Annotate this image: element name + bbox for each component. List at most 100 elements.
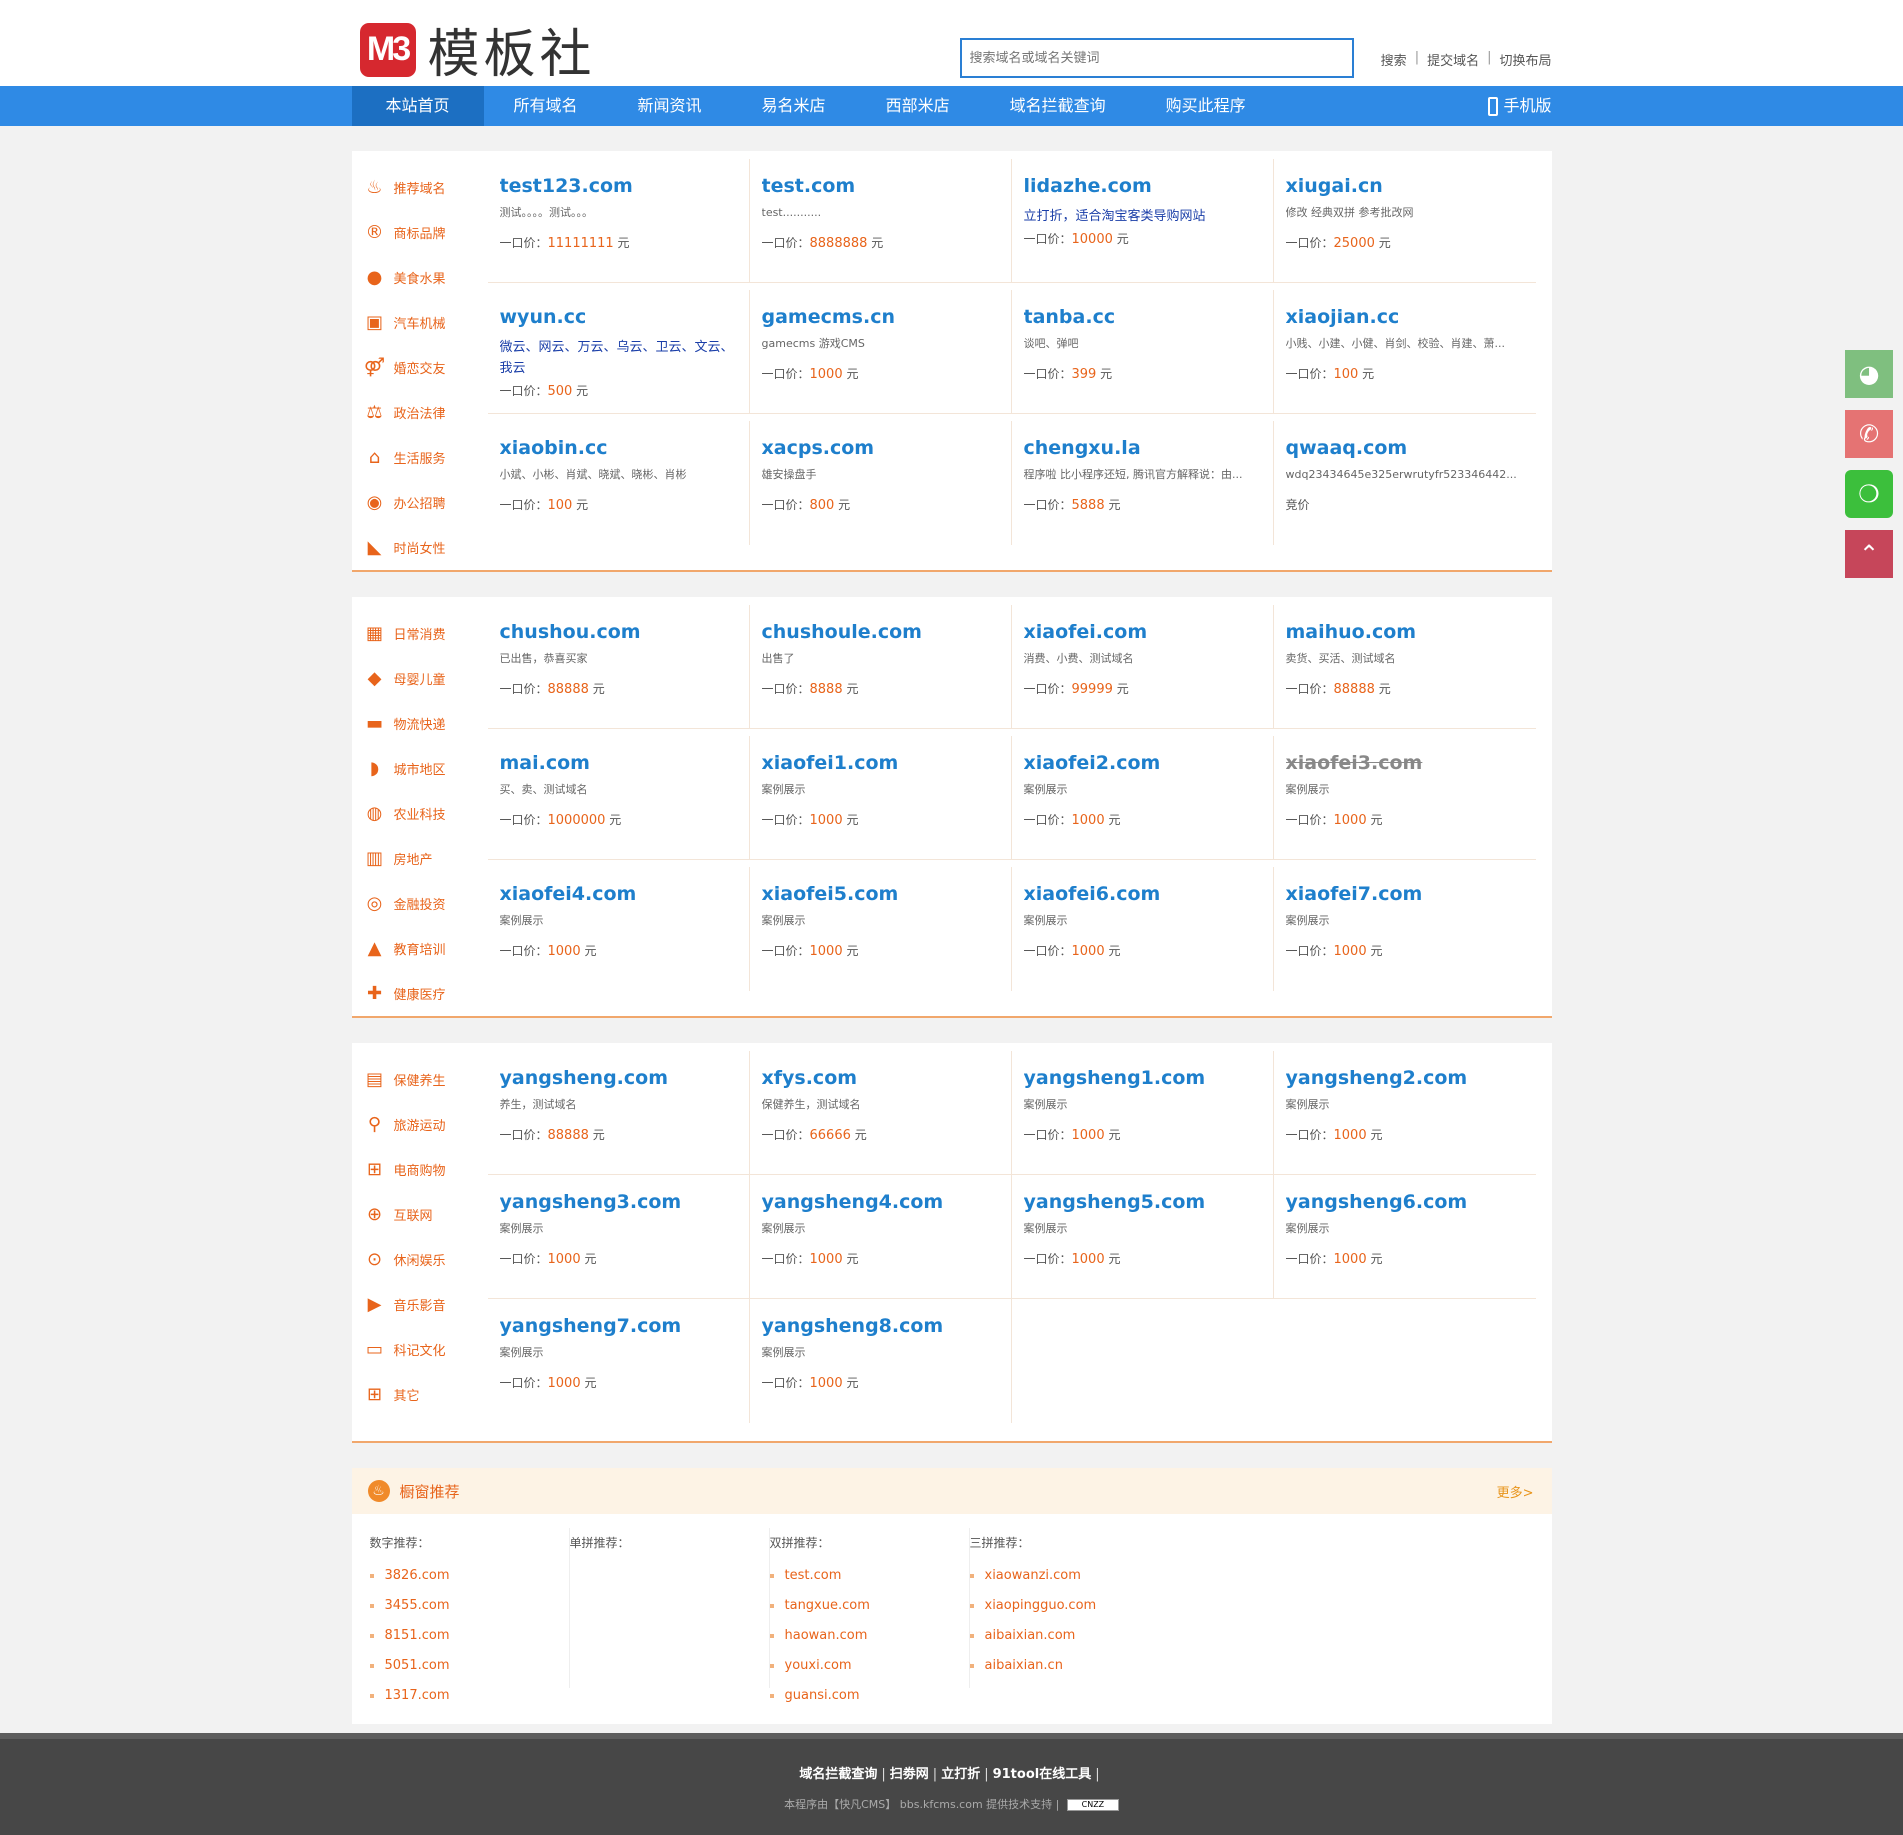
cnzz-badge[interactable]: CNZZ — [1066, 1799, 1119, 1811]
category-label: 婚恋交友 — [393, 362, 446, 377]
domain-name-link[interactable]: chushoule.com — [762, 621, 999, 643]
domain-name-link[interactable]: xiaofei1.com — [762, 752, 999, 774]
recommend-domain-link[interactable]: 3455.com — [369, 1591, 569, 1621]
domain-name-link[interactable]: chengxu.la — [1024, 437, 1261, 459]
search-input[interactable] — [959, 38, 1354, 78]
category-label: 电商购物 — [393, 1164, 446, 1179]
domain-name-link[interactable]: gamecms.cn — [762, 306, 999, 328]
domain-name-link[interactable]: test123.com — [500, 175, 737, 197]
domain-name-link[interactable]: xiaofei.com — [1024, 621, 1261, 643]
nav-item[interactable]: 购买此程序 — [1136, 86, 1276, 126]
domain-name-link[interactable]: xiaofei6.com — [1024, 883, 1261, 905]
category-item[interactable]: ⊕ 互联网 — [364, 1192, 488, 1237]
category-item[interactable]: ⊞ 电商购物 — [364, 1147, 488, 1192]
recommend-domain-link[interactable]: 5051.com — [369, 1651, 569, 1681]
recommend-domain-link[interactable]: haowan.com — [769, 1621, 969, 1651]
domain-name-link[interactable]: yangsheng3.com — [500, 1191, 737, 1213]
submit-domain-link[interactable]: 提交域名 — [1427, 50, 1479, 69]
category-item[interactable]: ◗ 城市地区 — [364, 746, 488, 791]
recommend-domain-link[interactable]: tangxue.com — [769, 1591, 969, 1621]
category-item[interactable]: ▦ 日常消费 — [364, 611, 488, 656]
domain-name-link[interactable]: xfys.com — [762, 1067, 999, 1089]
domain-name-link[interactable]: xacps.com — [762, 437, 999, 459]
domain-name-link[interactable]: xiugai.cn — [1286, 175, 1524, 197]
domain-name-link[interactable]: yangsheng1.com — [1024, 1067, 1261, 1089]
domain-name-link[interactable]: yangsheng.com — [500, 1067, 737, 1089]
recommend-domain-link[interactable]: test.com — [769, 1561, 969, 1591]
category-item[interactable]: ▬ 物流快递 — [364, 701, 488, 746]
category-item[interactable]: ⊙ 休闲娱乐 — [364, 1237, 488, 1282]
switch-layout-link[interactable]: 切换布局 — [1499, 50, 1551, 69]
domain-name-link[interactable]: xiaofei7.com — [1286, 883, 1524, 905]
category-item[interactable]: ▣ 汽车机械 — [364, 300, 488, 345]
nav-item[interactable]: 所有域名 — [484, 86, 608, 126]
wechat-icon[interactable]: ❍ — [1845, 470, 1893, 518]
nav-item[interactable]: 新闻资讯 — [608, 86, 732, 126]
domain-name-link[interactable]: wyun.cc — [500, 306, 737, 328]
price-unit: 元 — [846, 367, 859, 381]
domain-name-link[interactable]: maihuo.com — [1286, 621, 1524, 643]
recommend-domain-link[interactable]: xiaowanzi.com — [969, 1561, 1170, 1591]
back-to-top-icon[interactable]: ⌃ — [1845, 530, 1893, 578]
recommend-domain-link[interactable]: 1317.com — [369, 1681, 569, 1711]
category-item[interactable]: ▤ 保健养生 — [364, 1057, 488, 1102]
nav-item[interactable]: 本站首页 — [351, 86, 484, 126]
category-item[interactable]: ⌂ 生活服务 — [364, 435, 488, 480]
category-item[interactable]: ◣ 时尚女性 — [364, 525, 488, 570]
category-item[interactable]: ▭ 科记文化 — [364, 1327, 488, 1372]
recommend-domain-link[interactable]: guansi.com — [769, 1681, 969, 1711]
nav-item[interactable]: 域名拦截查询 — [980, 86, 1136, 126]
nav-item[interactable]: 易名米店 — [732, 86, 856, 126]
domain-name-link[interactable]: yangsheng4.com — [762, 1191, 999, 1213]
search-link[interactable]: 搜索 — [1381, 50, 1407, 69]
recommend-domain-link[interactable]: aibaixian.com — [969, 1621, 1170, 1651]
category-item[interactable]: ◎ 金融投资 — [364, 881, 488, 926]
domain-name-link[interactable]: test.com — [762, 175, 999, 197]
domain-name-link[interactable]: xiaojian.cc — [1286, 306, 1524, 328]
domain-name-link[interactable]: lidazhe.com — [1024, 175, 1261, 197]
category-item[interactable]: ◍ 农业科技 — [364, 791, 488, 836]
recommend-domain-link[interactable]: aibaixian.cn — [969, 1651, 1170, 1681]
domain-name-link[interactable]: xiaobin.cc — [500, 437, 737, 459]
domain-name-link[interactable]: xiaofei5.com — [762, 883, 999, 905]
category-item[interactable]: ⚲ 旅游运动 — [364, 1102, 488, 1147]
domain-name-link[interactable]: yangsheng5.com — [1024, 1191, 1261, 1213]
footer-link[interactable]: 扫劵网 — [890, 1767, 929, 1782]
category-item[interactable]: ♨ 推荐域名 — [364, 165, 488, 210]
mobile-version-link[interactable]: 手机版 — [1488, 86, 1552, 126]
category-item[interactable]: ▶ 音乐影音 — [364, 1282, 488, 1327]
category-item[interactable]: ▥ 房地产 — [364, 836, 488, 881]
site-logo[interactable]: M3 模板社 — [359, 12, 596, 87]
phone-icon[interactable]: ✆ — [1845, 410, 1893, 458]
category-item[interactable]: ◉ 办公招聘 — [364, 480, 488, 525]
qq-icon[interactable]: ◕ — [1845, 350, 1893, 398]
nav-item[interactable]: 西部米店 — [856, 86, 980, 126]
domain-name-link[interactable]: xiaofei3.com — [1286, 752, 1524, 774]
recommend-domain-link[interactable]: youxi.com — [769, 1651, 969, 1681]
footer-link[interactable]: 91tool在线工具 — [993, 1767, 1092, 1782]
category-item[interactable]: ⊞ 其它 — [364, 1372, 488, 1417]
domain-name-link[interactable]: yangsheng8.com — [762, 1315, 999, 1337]
category-item[interactable]: ⚖ 政治法律 — [364, 390, 488, 435]
domain-name-link[interactable]: xiaofei4.com — [500, 883, 737, 905]
domain-name-link[interactable]: xiaofei2.com — [1024, 752, 1261, 774]
domain-name-link[interactable]: yangsheng6.com — [1286, 1191, 1524, 1213]
recommend-domain-link[interactable]: 8151.com — [369, 1621, 569, 1651]
domain-name-link[interactable]: chushou.com — [500, 621, 737, 643]
category-item[interactable]: ▲ 教育培训 — [364, 926, 488, 971]
recommend-domain-link[interactable]: 3826.com — [369, 1561, 569, 1591]
footer-link[interactable]: 立打折 — [941, 1767, 980, 1782]
category-item[interactable]: ◆ 母婴儿童 — [364, 656, 488, 701]
category-item[interactable]: ⚤ 婚恋交友 — [364, 345, 488, 390]
domain-name-link[interactable]: yangsheng7.com — [500, 1315, 737, 1337]
more-link[interactable]: 更多> — [1497, 1482, 1534, 1501]
category-item[interactable]: ✚ 健康医疗 — [364, 971, 488, 1016]
domain-name-link[interactable]: yangsheng2.com — [1286, 1067, 1524, 1089]
domain-name-link[interactable]: mai.com — [500, 752, 737, 774]
domain-name-link[interactable]: tanba.cc — [1024, 306, 1261, 328]
category-item[interactable]: ● 美食水果 — [364, 255, 488, 300]
recommend-domain-link[interactable]: xiaopingguo.com — [969, 1591, 1170, 1621]
domain-name-link[interactable]: qwaaq.com — [1286, 437, 1524, 459]
footer-link[interactable]: 域名拦截查询 — [799, 1767, 877, 1782]
category-item[interactable]: ® 商标品牌 — [364, 210, 488, 255]
